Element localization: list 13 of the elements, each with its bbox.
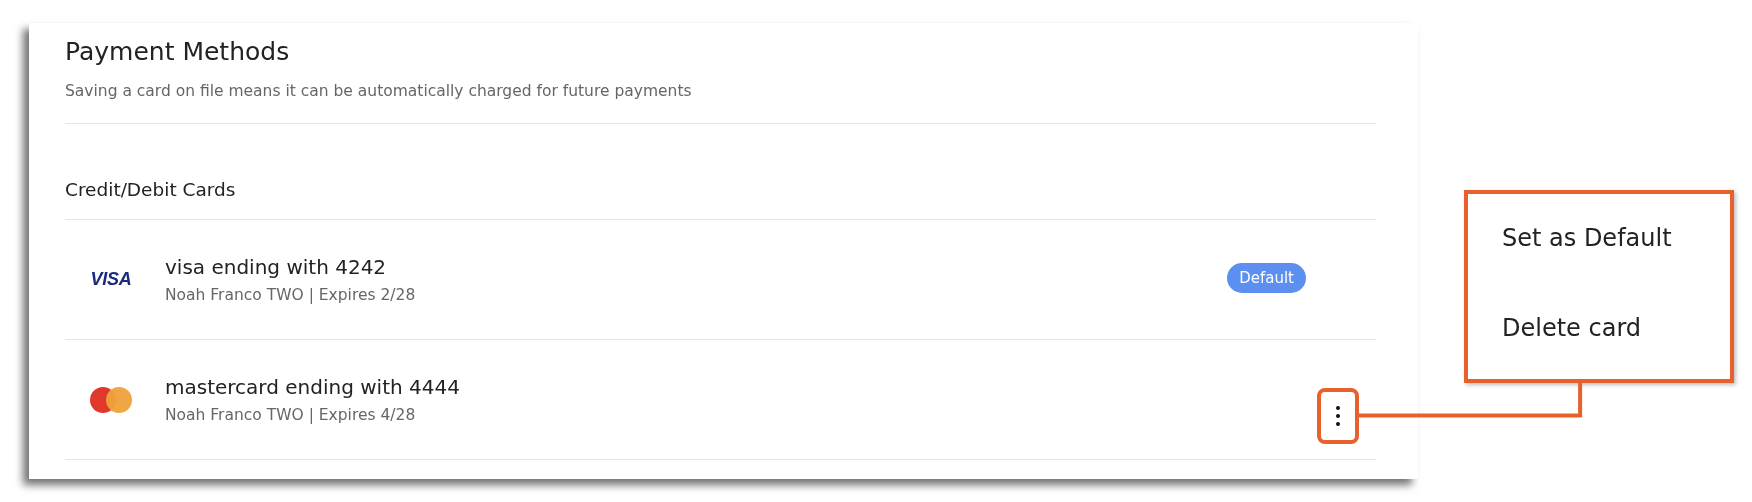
more-options-button[interactable] <box>1317 387 1359 444</box>
page-title: Payment Methods <box>65 37 291 67</box>
card-title: mastercard ending with 4444 <box>165 373 461 400</box>
overlapping-circles-icon <box>89 385 133 414</box>
default-badge: Default <box>1227 262 1306 293</box>
card-details: Noah Franco TWO | Expires 4/28 <box>165 404 417 426</box>
card-title: visa ending with 4242 <box>165 253 388 280</box>
page-description: Saving a card on file means it can be automatically charged for future payments <box>65 81 693 101</box>
section-heading: Credit/Debit Cards <box>65 178 237 202</box>
menu-item[interactable]: Set as Default <box>1502 222 1730 254</box>
card-details: Noah Franco TWO | Expires 2/28 <box>165 284 417 306</box>
menu-item[interactable]: Delete card <box>1502 312 1730 344</box>
visa-logo: VISA <box>90 269 132 290</box>
